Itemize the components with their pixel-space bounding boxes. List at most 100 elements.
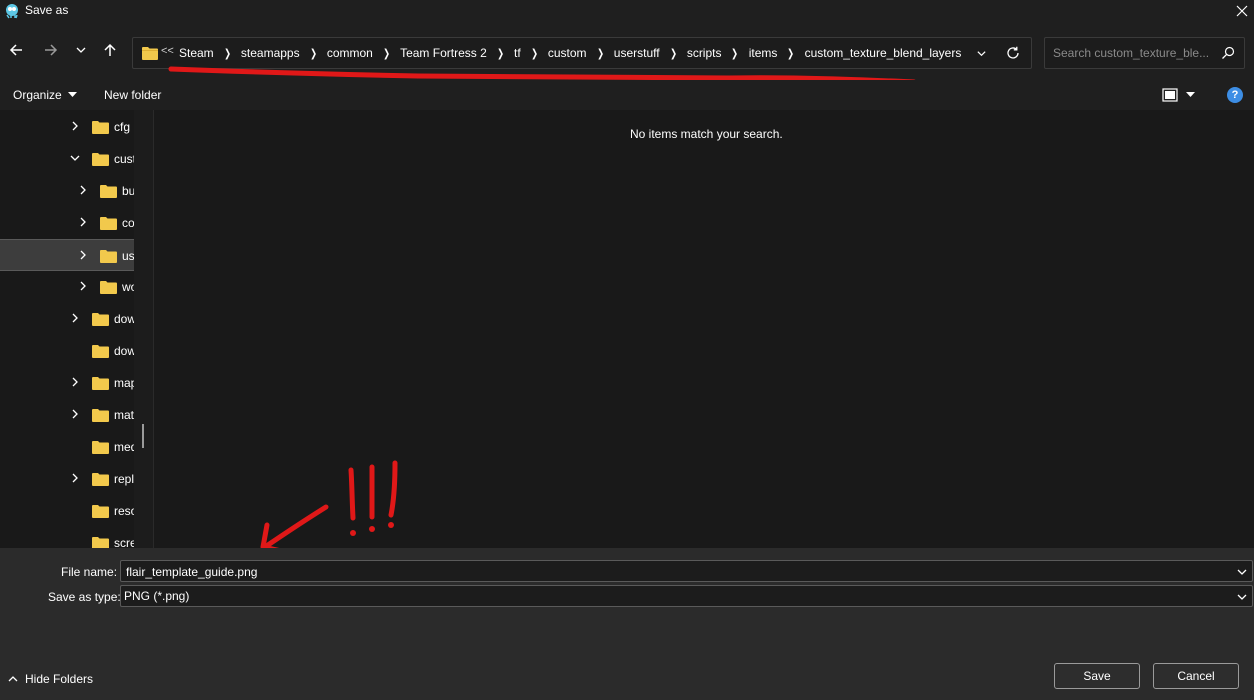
pane-splitter[interactable] xyxy=(134,110,154,548)
tree-item-label: materials xyxy=(114,408,134,422)
chevron-down-icon xyxy=(976,50,986,56)
tree-item-materials[interactable]: materials xyxy=(0,399,134,431)
tree-item-downloadlists[interactable]: downloadlists xyxy=(0,335,134,367)
folder-icon xyxy=(92,409,109,422)
chevron-right-icon[interactable] xyxy=(77,249,89,261)
filename-input[interactable] xyxy=(126,564,1226,579)
tree-item-userstuff[interactable]: userstuff xyxy=(0,239,134,271)
breadcrumb-item[interactable]: Team Fortress 2 xyxy=(400,46,487,60)
chevron-right-icon[interactable]: ❯ xyxy=(788,47,795,60)
breadcrumb-item[interactable]: userstuff xyxy=(614,46,660,60)
tree-item-custom[interactable]: custom xyxy=(0,143,134,175)
navpane-scrollbar-thumb[interactable] xyxy=(142,424,144,448)
chevron-right-icon[interactable] xyxy=(69,376,81,388)
file-list[interactable]: No items match your search. xyxy=(155,110,1254,548)
tree-item-cosmetics[interactable]: cosmetics xyxy=(0,207,134,239)
view-pane-icon xyxy=(1162,88,1178,102)
hide-folders-button[interactable]: Hide Folders xyxy=(8,672,93,686)
hide-folders-label: Hide Folders xyxy=(25,672,94,686)
tree-item-label: cfg xyxy=(114,120,131,134)
tree-item-label: screenshots xyxy=(114,536,134,548)
save-button[interactable]: Save xyxy=(1054,663,1140,689)
chevron-right-icon[interactable]: ❯ xyxy=(531,47,538,60)
search-box[interactable] xyxy=(1044,37,1245,69)
chevron-down-icon[interactable] xyxy=(69,152,81,164)
address-bar[interactable]: << Steam ❯ steamapps ❯ common ❯ Team Fortre… xyxy=(132,37,1032,69)
folder-icon xyxy=(92,537,109,548)
folder-icon xyxy=(92,473,109,486)
chevron-right-icon[interactable] xyxy=(69,408,81,420)
navigation-bar: << Steam ❯ steamapps ❯ common ❯ Team Fortre… xyxy=(0,22,1254,80)
folder-icon xyxy=(100,217,117,230)
chevron-right-icon[interactable]: ❯ xyxy=(497,47,504,60)
chevron-right-icon[interactable]: ❯ xyxy=(224,47,231,60)
tree-item-buildings[interactable]: buildings xyxy=(0,175,134,207)
organize-menu-button[interactable]: Organize xyxy=(13,88,77,102)
tree-item-screenshots[interactable]: screenshots xyxy=(0,527,134,548)
tree-item-label: custom xyxy=(114,152,134,166)
chevron-down-icon[interactable] xyxy=(1236,591,1248,603)
forward-button[interactable] xyxy=(39,38,63,62)
folder-icon xyxy=(142,47,158,60)
close-button[interactable] xyxy=(1230,0,1254,22)
new-folder-button[interactable]: New folder xyxy=(104,88,161,102)
cancel-button[interactable]: Cancel xyxy=(1153,663,1239,689)
breadcrumb-item[interactable]: custom xyxy=(548,46,587,60)
chevron-right-icon[interactable] xyxy=(69,312,81,324)
folder-icon xyxy=(92,153,109,166)
tree-item-download[interactable]: download xyxy=(0,303,134,335)
search-icon[interactable] xyxy=(1220,45,1236,61)
breadcrumb-item[interactable]: scripts xyxy=(687,46,722,60)
arrow-right-icon xyxy=(45,44,58,56)
tree-item-label: resource xyxy=(114,504,134,518)
back-button[interactable] xyxy=(4,38,28,62)
tree-item-resource[interactable]: resource xyxy=(0,495,134,527)
breadcrumb-item-current[interactable]: custom_texture_blend_layers xyxy=(805,46,962,60)
tree-item-cfg[interactable]: cfg xyxy=(0,111,134,143)
chevron-right-icon[interactable]: ❯ xyxy=(670,47,677,60)
chevron-right-icon[interactable]: ❯ xyxy=(383,47,390,60)
chevron-right-icon[interactable] xyxy=(77,216,89,228)
search-input[interactable] xyxy=(1053,45,1213,61)
folder-icon xyxy=(92,441,109,454)
tree-item-label: download xyxy=(114,312,134,326)
breadcrumb-item[interactable]: items xyxy=(749,46,778,60)
tree-item-replay[interactable]: replay xyxy=(0,463,134,495)
change-view-button[interactable] xyxy=(1162,86,1202,104)
save-as-type-value: PNG (*.png) xyxy=(124,589,190,603)
breadcrumb-item[interactable]: tf xyxy=(514,46,521,60)
tree-item-label: buildings xyxy=(122,184,134,198)
chevron-right-icon[interactable] xyxy=(69,120,81,132)
recent-locations-button[interactable] xyxy=(69,38,93,62)
tree-item-label: replay xyxy=(114,472,134,486)
save-as-app-icon xyxy=(6,4,18,19)
save-footer: File name: Save as type: PNG (*.png) Hid… xyxy=(0,548,1254,700)
chevron-right-icon[interactable] xyxy=(77,280,89,292)
filename-combobox[interactable] xyxy=(120,560,1253,582)
chevron-right-icon[interactable]: ❯ xyxy=(732,47,739,60)
chevron-down-icon[interactable] xyxy=(1236,566,1248,578)
command-bar: Organize New folder ? xyxy=(0,80,1254,110)
address-history-button[interactable] xyxy=(971,45,991,61)
tree-item-workshop[interactable]: workshop xyxy=(0,271,134,303)
breadcrumb-item[interactable]: Steam xyxy=(179,46,214,60)
save-as-type-label: Save as type: xyxy=(48,590,121,604)
tree-item-maps[interactable]: maps xyxy=(0,367,134,399)
breadcrumb-overflow[interactable]: << xyxy=(161,45,174,57)
chevron-right-icon[interactable]: ❯ xyxy=(310,47,317,60)
tree-item-media[interactable]: media xyxy=(0,431,134,463)
breadcrumb-item[interactable]: common xyxy=(327,46,373,60)
caret-down-icon xyxy=(1186,92,1195,97)
chevron-right-icon[interactable]: ❯ xyxy=(597,47,604,60)
chevron-right-icon[interactable] xyxy=(77,184,89,196)
save-as-type-select[interactable]: PNG (*.png) xyxy=(120,585,1253,607)
refresh-button[interactable] xyxy=(1003,44,1023,62)
close-icon xyxy=(1236,5,1248,17)
up-button[interactable] xyxy=(98,38,122,62)
tree-item-label: userstuff xyxy=(122,249,134,263)
refresh-icon xyxy=(1007,46,1019,59)
help-button[interactable]: ? xyxy=(1227,87,1243,103)
navigation-pane[interactable]: cfg custom buildings cosmetics userstuff… xyxy=(0,110,134,548)
breadcrumb-item[interactable]: steamapps xyxy=(241,46,300,60)
chevron-right-icon[interactable] xyxy=(69,472,81,484)
